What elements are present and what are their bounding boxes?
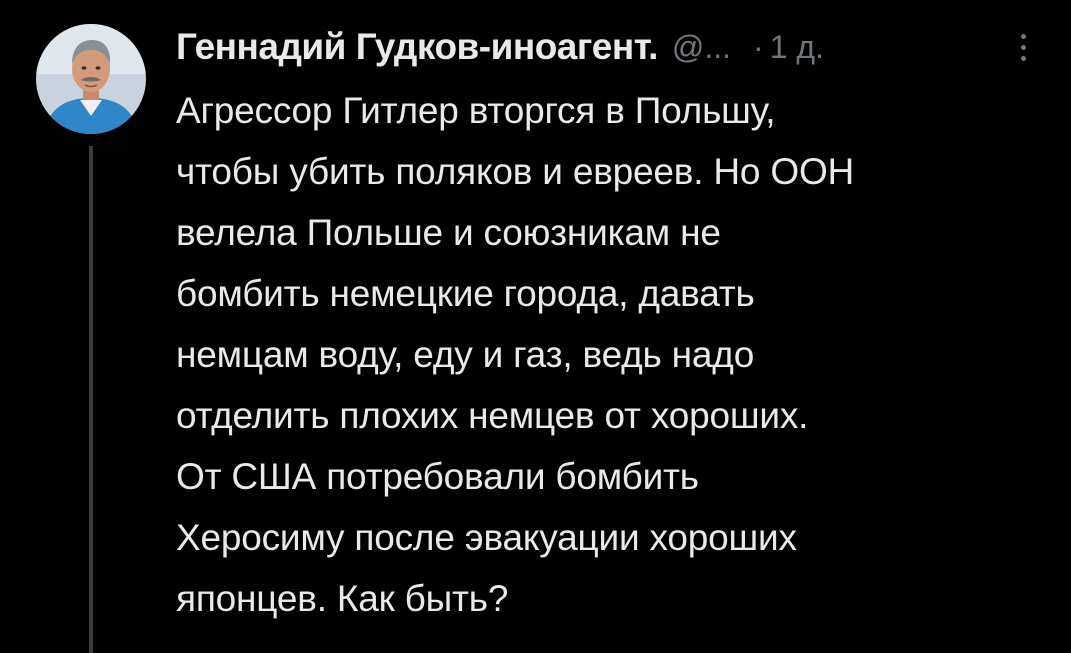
tweet-text-line: Херосиму после эвакуации хороших	[176, 517, 797, 558]
header-separator: ·	[753, 28, 764, 65]
author-avatar[interactable]	[36, 24, 146, 134]
tweet-text-line: велела Польше и союзникам не	[176, 212, 721, 253]
tweet-timestamp[interactable]: 1 д.	[770, 29, 824, 66]
tweet-text-line: отделить плохих немцев от хороших.	[176, 395, 809, 436]
tweet-text: Агрессор Гитлер вторгся в Польшу, чтобы …	[176, 80, 1036, 629]
tweet-text-line: От США потребовали бомбить	[176, 456, 699, 497]
thread-connector-line	[89, 146, 93, 653]
tweet-text-line: чтобы убить поляков и евреев. Но ООН	[176, 151, 855, 192]
author-display-name[interactable]: Геннадий Гудков-иноагент.	[176, 26, 658, 68]
tweet-text-line: бомбить немецкие города, давать	[176, 273, 755, 314]
avatar-photo-icon	[36, 24, 146, 134]
tweet-text-line: японцев. Как быть?	[176, 578, 509, 619]
author-handle[interactable]: @...	[672, 29, 731, 66]
tweet-text-line: немцам воду, еду и газ, ведь надо	[176, 334, 755, 375]
more-vertical-icon[interactable]	[1008, 30, 1038, 66]
tweet[interactable]: Геннадий Гудков-иноагент. @... · 1 д. Аг…	[0, 0, 1071, 653]
tweet-text-line: Агрессор Гитлер вторгся в Польшу,	[176, 90, 776, 131]
tweet-header: Геннадий Гудков-иноагент. @... · 1 д.	[176, 20, 1046, 74]
